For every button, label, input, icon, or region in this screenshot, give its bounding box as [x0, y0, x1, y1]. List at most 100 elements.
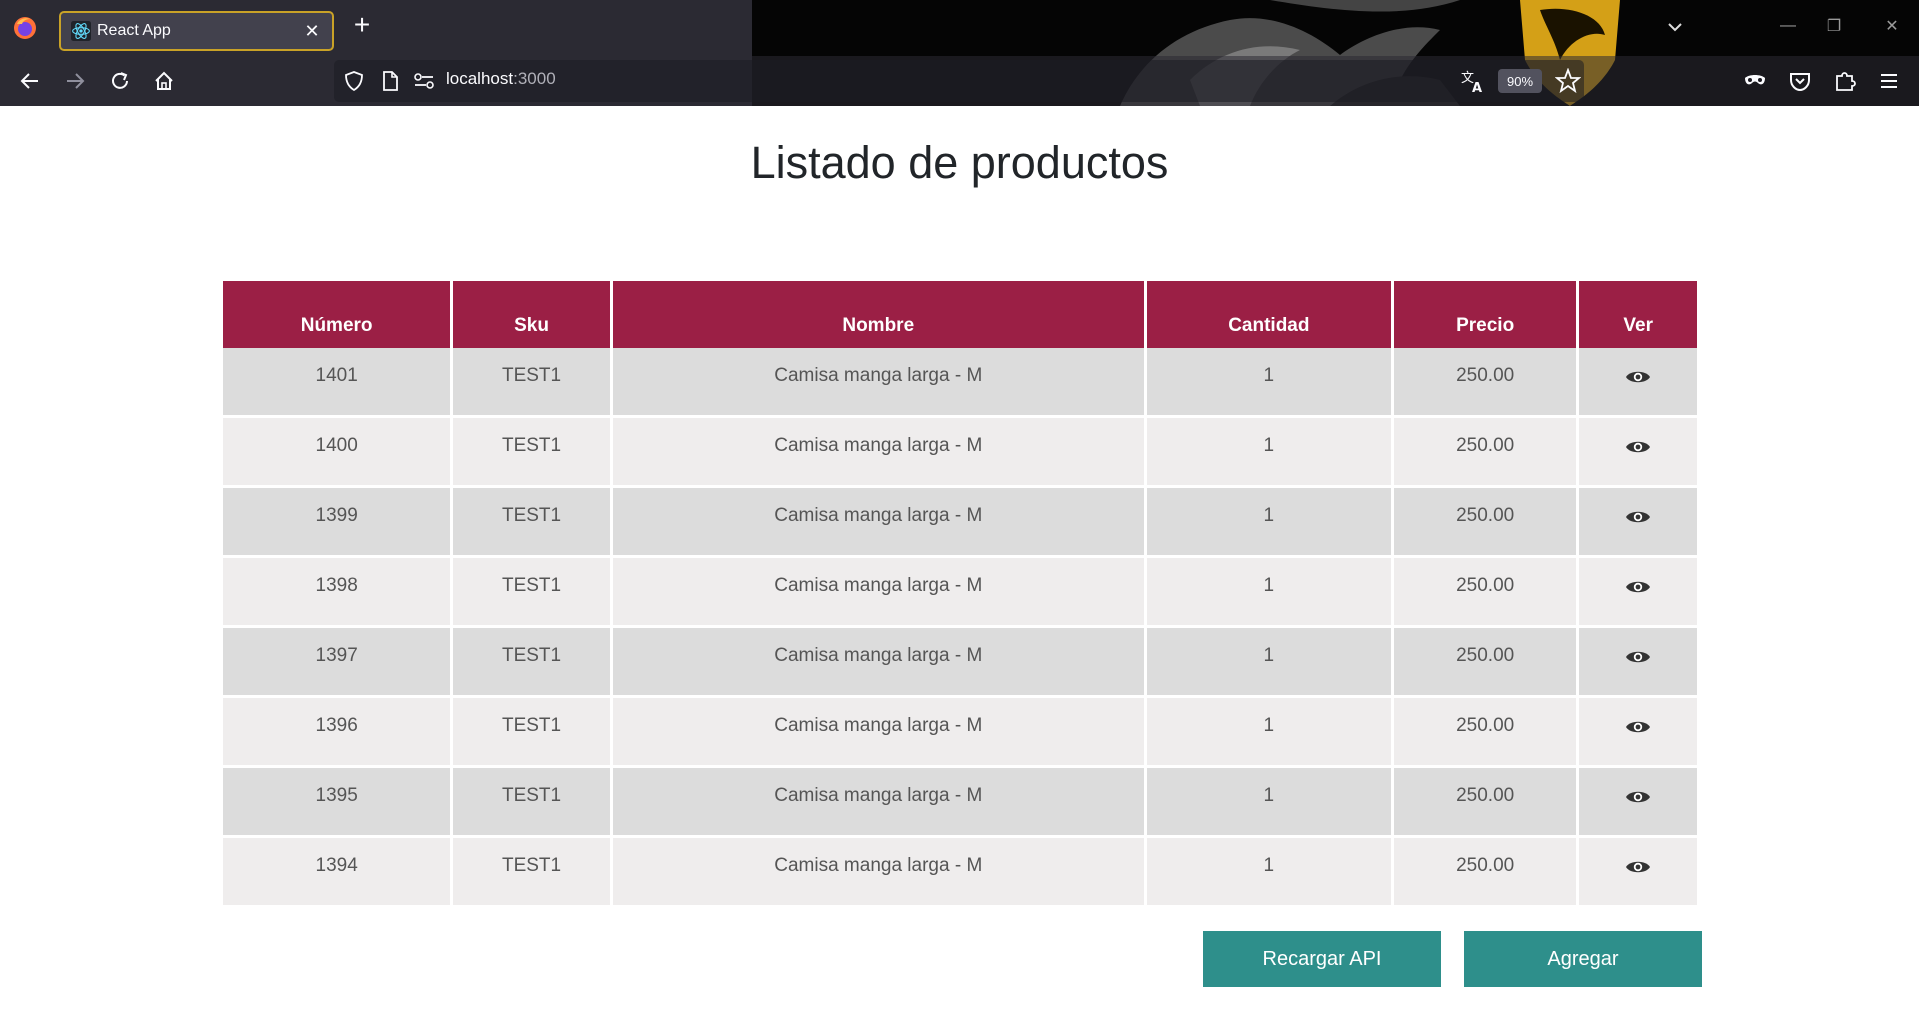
- cell-sku: TEST1: [453, 348, 610, 418]
- reload-api-button[interactable]: Recargar API: [1203, 931, 1441, 987]
- table-row: 1397 TEST1 Camisa manga larga - M 1 250.…: [223, 628, 1697, 698]
- cell-precio: 250.00: [1393, 348, 1577, 418]
- permissions-icon[interactable]: [413, 71, 435, 91]
- cell-precio: 250.00: [1393, 838, 1577, 908]
- cell-precio: 250.00: [1393, 628, 1577, 698]
- column-header-precio[interactable]: Precio: [1393, 281, 1577, 348]
- cell-numero: 1396: [223, 698, 451, 768]
- firefox-icon[interactable]: [13, 16, 37, 40]
- table-row: 1400 TEST1 Camisa manga larga - M 1 250.…: [223, 418, 1697, 488]
- table-row: 1395 TEST1 Camisa manga larga - M 1 250.…: [223, 768, 1697, 838]
- close-tab-icon[interactable]: ✕: [300, 19, 324, 43]
- close-window-icon[interactable]: ✕: [1874, 10, 1910, 42]
- column-header-cantidad[interactable]: Cantidad: [1146, 281, 1391, 348]
- products-table: Número Sku Nombre Cantidad Precio Ver 14…: [220, 281, 1700, 908]
- cell-ver: [1579, 698, 1697, 768]
- cell-sku: TEST1: [453, 628, 610, 698]
- url-text[interactable]: localhost:3000: [446, 69, 556, 89]
- cell-cantidad: 1: [1146, 768, 1391, 838]
- url-host: localhost: [446, 69, 514, 88]
- zoom-level-button[interactable]: 90%: [1498, 69, 1542, 93]
- shield-icon[interactable]: [343, 70, 365, 92]
- table-row: 1398 TEST1 Camisa manga larga - M 1 250.…: [223, 558, 1697, 628]
- table-row: 1396 TEST1 Camisa manga larga - M 1 250.…: [223, 698, 1697, 768]
- column-header-nombre[interactable]: Nombre: [612, 281, 1144, 348]
- cell-precio: 250.00: [1393, 768, 1577, 838]
- reload-button[interactable]: [103, 64, 137, 98]
- new-tab-button[interactable]: +: [348, 11, 376, 40]
- cell-cantidad: 1: [1146, 558, 1391, 628]
- cell-cantidad: 1: [1146, 488, 1391, 558]
- minimize-icon[interactable]: —: [1770, 10, 1806, 42]
- table-header-row: Número Sku Nombre Cantidad Precio Ver: [223, 281, 1697, 348]
- eye-icon[interactable]: [1625, 718, 1651, 736]
- cell-nombre: Camisa manga larga - M: [612, 418, 1144, 488]
- cell-sku: TEST1: [453, 418, 610, 488]
- home-button[interactable]: [147, 64, 181, 98]
- private-mask-icon[interactable]: [1743, 70, 1767, 92]
- eye-icon[interactable]: [1625, 438, 1651, 456]
- cell-sku: TEST1: [453, 768, 610, 838]
- svg-text:A: A: [1472, 81, 1482, 94]
- eye-icon[interactable]: [1625, 788, 1651, 806]
- restore-icon[interactable]: ❐: [1816, 10, 1852, 42]
- cell-cantidad: 1: [1146, 838, 1391, 908]
- cell-ver: [1579, 348, 1697, 418]
- cell-numero: 1398: [223, 558, 451, 628]
- cell-precio: 250.00: [1393, 488, 1577, 558]
- page-info-icon[interactable]: [379, 70, 401, 92]
- column-header-sku[interactable]: Sku: [453, 281, 610, 348]
- eye-icon[interactable]: [1625, 578, 1651, 596]
- arrow-left-icon: [20, 73, 38, 89]
- cell-cantidad: 1: [1146, 418, 1391, 488]
- arrow-right-icon: [67, 73, 85, 89]
- add-product-button[interactable]: Agregar: [1464, 931, 1702, 987]
- cell-nombre: Camisa manga larga - M: [612, 768, 1144, 838]
- cell-cantidad: 1: [1146, 628, 1391, 698]
- eye-icon[interactable]: [1625, 648, 1651, 666]
- cell-sku: TEST1: [453, 698, 610, 768]
- cell-nombre: Camisa manga larga - M: [612, 628, 1144, 698]
- cell-ver: [1579, 558, 1697, 628]
- back-button[interactable]: [13, 64, 47, 98]
- cell-ver: [1579, 418, 1697, 488]
- home-icon: [155, 71, 173, 90]
- eye-icon[interactable]: [1625, 858, 1651, 876]
- cell-cantidad: 1: [1146, 698, 1391, 768]
- cell-numero: 1395: [223, 768, 451, 838]
- cell-cantidad: 1: [1146, 348, 1391, 418]
- forward-button[interactable]: [58, 64, 92, 98]
- extensions-icon[interactable]: [1833, 68, 1857, 92]
- cell-numero: 1401: [223, 348, 451, 418]
- cell-precio: 250.00: [1393, 558, 1577, 628]
- cell-numero: 1399: [223, 488, 451, 558]
- cell-ver: [1579, 838, 1697, 908]
- table-row: 1401 TEST1 Camisa manga larga - M 1 250.…: [223, 348, 1697, 418]
- cell-precio: 250.00: [1393, 418, 1577, 488]
- column-header-ver: Ver: [1579, 281, 1697, 348]
- tab-react-app[interactable]: React App ✕: [59, 11, 334, 51]
- browser-chrome: React App ✕ + — ❐ ✕ localhost:3000 文 A 9…: [0, 0, 1919, 106]
- cell-nombre: Camisa manga larga - M: [612, 698, 1144, 768]
- cell-sku: TEST1: [453, 488, 610, 558]
- cell-nombre: Camisa manga larga - M: [612, 558, 1144, 628]
- cell-ver: [1579, 768, 1697, 838]
- star-icon[interactable]: [1555, 68, 1581, 94]
- cell-nombre: Camisa manga larga - M: [612, 348, 1144, 418]
- cell-sku: TEST1: [453, 558, 610, 628]
- menu-icon[interactable]: [1878, 70, 1900, 92]
- eye-icon[interactable]: [1625, 508, 1651, 526]
- list-all-tabs-icon[interactable]: [1664, 16, 1686, 38]
- cell-sku: TEST1: [453, 838, 610, 908]
- column-header-numero[interactable]: Número: [223, 281, 451, 348]
- cell-ver: [1579, 628, 1697, 698]
- cell-nombre: Camisa manga larga - M: [612, 488, 1144, 558]
- translate-icon[interactable]: 文 A: [1460, 68, 1486, 94]
- url-port: :3000: [513, 69, 556, 88]
- eye-icon[interactable]: [1625, 368, 1651, 386]
- table-row: 1394 TEST1 Camisa manga larga - M 1 250.…: [223, 838, 1697, 908]
- page-title: Listado de productos: [750, 137, 1169, 188]
- cell-numero: 1400: [223, 418, 451, 488]
- react-icon: [71, 21, 91, 41]
- pocket-icon[interactable]: [1788, 69, 1812, 93]
